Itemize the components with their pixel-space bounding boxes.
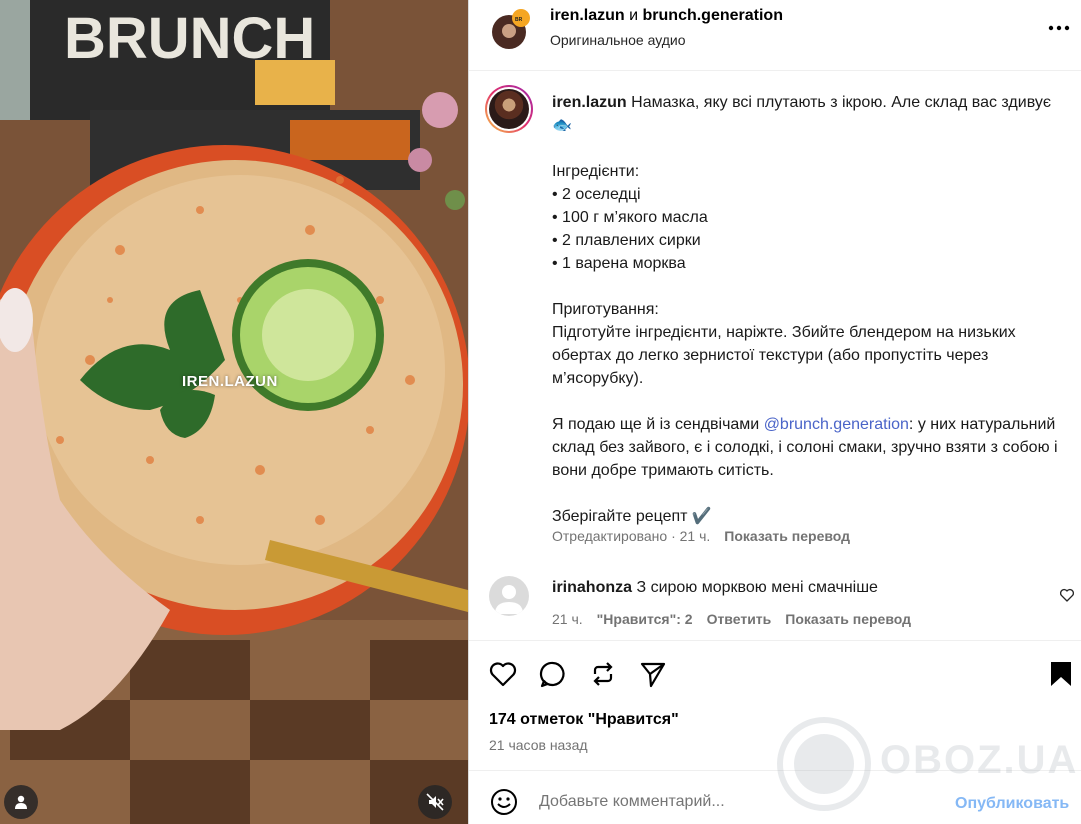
- post-header: BR iren.lazun и brunch.generation Оригин…: [469, 0, 1081, 71]
- comment-meta: 21 ч. "Нравится": 2 Ответить Показать перев…: [552, 611, 925, 627]
- caption-text: iren.lazun Намазка, яку всі плутають з і…: [552, 91, 1062, 528]
- comment-avatar[interactable]: [489, 576, 529, 616]
- more-horizontal-icon: [1048, 25, 1070, 31]
- more-options-button[interactable]: [1045, 14, 1073, 42]
- author-avatar[interactable]: BR: [488, 9, 530, 51]
- collab-author-link[interactable]: brunch.generation: [643, 7, 783, 24]
- comment-time: 21 ч.: [552, 611, 583, 627]
- comment-button[interactable]: [537, 658, 569, 690]
- site-watermark: OBOZ.UA: [776, 716, 1076, 816]
- ingredient-item: • 2 оселедці: [552, 186, 641, 203]
- author-link[interactable]: iren.lazun: [550, 7, 625, 24]
- ingredients-title: Інгредієнти:: [552, 163, 640, 180]
- likes-count[interactable]: 174 отметок "Нравится": [489, 711, 679, 729]
- save-button[interactable]: [1045, 658, 1077, 690]
- caption-avatar[interactable]: [485, 85, 533, 133]
- post-time[interactable]: 21 часов назад: [489, 737, 588, 753]
- save-text: Зберігайте рецепт ✔️: [552, 508, 712, 525]
- share-button[interactable]: [637, 658, 669, 690]
- post-authors: iren.lazun и brunch.generation: [550, 7, 783, 25]
- prep-text: Підготуйте інгредієнти, наріжте. Збийте …: [552, 324, 1021, 387]
- caption-meta: Отредактировано · 21 ч. Показать перевод: [552, 528, 850, 544]
- heart-icon: [489, 662, 517, 687]
- mute-button[interactable]: [418, 785, 452, 819]
- reply-button[interactable]: Ответить: [707, 611, 772, 627]
- post-media[interactable]: BRUNCH IREN.LAZUN: [0, 0, 468, 824]
- comment-heart-icon[interactable]: [1059, 587, 1075, 603]
- ingredient-item: • 1 варена морква: [552, 255, 686, 272]
- default-avatar-icon: [495, 585, 523, 614]
- caption-section: iren.lazun Намазка, яку всі плутають з і…: [469, 71, 1081, 641]
- ingredient-item: • 2 плавлених сирки: [552, 232, 701, 249]
- ingredient-item: • 100 г м’якого масла: [552, 209, 708, 226]
- comment-body: З сирою морквою мені смачніше: [632, 579, 878, 596]
- bookmark-filled-icon: [1051, 662, 1071, 686]
- translate-link[interactable]: Показать перевод: [724, 528, 850, 544]
- repost-button[interactable]: [587, 658, 619, 690]
- send-icon: [640, 662, 666, 688]
- comment-text: irinahonza З сирою морквою мені смачніше: [552, 579, 878, 597]
- comment-bubble-icon: [539, 661, 565, 688]
- tagged-people-button[interactable]: [4, 785, 38, 819]
- svg-text:BR: BR: [515, 17, 523, 23]
- emoji-icon[interactable]: [489, 787, 519, 817]
- comment-username[interactable]: irinahonza: [552, 579, 632, 596]
- edited-label: Отредактировано · 21 ч.: [552, 528, 711, 544]
- like-button[interactable]: [487, 658, 519, 690]
- comment-item: irinahonza З сирою морквою мені смачніше…: [469, 571, 1081, 641]
- caption-username[interactable]: iren.lazun: [552, 94, 627, 111]
- globe-logo-icon: [777, 717, 871, 811]
- food-photo: BRUNCH: [0, 0, 468, 824]
- mention-link[interactable]: @brunch.generation: [764, 416, 909, 433]
- serve-text-start: Я подаю ще й із сендвічами: [552, 416, 764, 433]
- comment-likes[interactable]: "Нравится": 2: [597, 611, 693, 627]
- audio-link[interactable]: Оригинальное аудио: [550, 32, 686, 48]
- image-watermark: IREN.LAZUN: [182, 373, 278, 390]
- prep-title: Приготування:: [552, 301, 659, 318]
- author-connector: и: [624, 7, 643, 24]
- repost-icon: [593, 662, 613, 686]
- muted-speaker-icon: [426, 793, 444, 811]
- comment-translate-link[interactable]: Показать перевод: [785, 611, 911, 627]
- caption-line1: Намазка, яку всі плутають з ікрою. Але с…: [552, 94, 1056, 134]
- post-panel: BR iren.lazun и brunch.generation Оригин…: [468, 0, 1081, 824]
- person-icon: [15, 795, 27, 809]
- site-watermark-text: OBOZ.UA: [880, 738, 1079, 782]
